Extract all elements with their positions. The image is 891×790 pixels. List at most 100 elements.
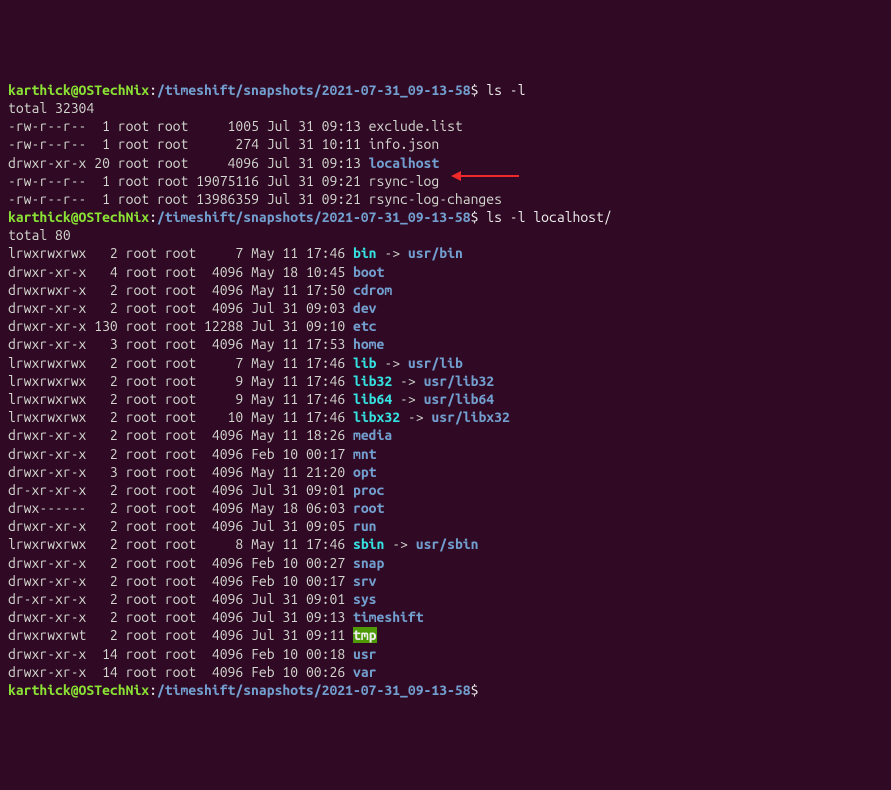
file-entry: drwxr-xr-x 2 root root 4096 Jul 31 09:13… xyxy=(8,609,424,625)
symlink-target: usr/libx32 xyxy=(431,409,509,425)
size: 7 xyxy=(196,355,243,371)
prompt-path: /timeshift/snapshots/2021-07-31_09-13-58 xyxy=(157,682,471,698)
group: root xyxy=(157,245,196,261)
prompt-line-1: karthick@OSTechNix:/timeshift/snapshots/… xyxy=(8,82,525,98)
command-text: ls -l localhost/ xyxy=(478,209,611,225)
permissions: drwxr-xr-x xyxy=(8,446,86,462)
owner: root xyxy=(118,609,157,625)
size: 4096 xyxy=(196,282,243,298)
file-entry: drwxr-xr-x 4 root root 4096 May 18 10:45… xyxy=(8,264,384,280)
permissions: lrwxrwxrwx xyxy=(8,373,86,389)
dir-name: srv xyxy=(353,573,377,589)
symlink-target: usr/lib64 xyxy=(424,391,495,407)
cursor[interactable] xyxy=(478,682,486,698)
link-count: 2 xyxy=(86,518,117,534)
file-name: rsync-log-changes xyxy=(369,191,502,207)
group: root xyxy=(157,464,196,480)
file-entry: lrwxrwxrwx 2 root root 9 May 11 17:46 li… xyxy=(8,391,494,407)
link-count: 2 xyxy=(86,627,117,643)
symlink-target: usr/lib32 xyxy=(424,373,495,389)
group: root xyxy=(157,664,196,680)
group: root xyxy=(157,591,196,607)
dir-name: cdrom xyxy=(353,282,392,298)
file-entry: dr-xr-xr-x 2 root root 4096 Jul 31 09:01… xyxy=(8,591,377,607)
date: Jul 31 09:13 xyxy=(259,118,369,134)
sticky-dir-name: tmp xyxy=(353,627,377,643)
size: 19075116 xyxy=(188,173,259,189)
group: root xyxy=(149,155,188,171)
command-text: ls -l xyxy=(478,82,525,98)
date: May 11 17:50 xyxy=(243,282,353,298)
date: Jul 31 09:21 xyxy=(259,173,369,189)
terminal-output[interactable]: karthick@OSTechNix:/timeshift/snapshots/… xyxy=(8,81,883,699)
file-entry: lrwxrwxrwx 2 root root 10 May 11 17:46 l… xyxy=(8,409,510,425)
date: Feb 10 00:27 xyxy=(243,555,353,571)
owner: root xyxy=(118,318,157,334)
owner: root xyxy=(118,500,157,516)
prompt-user: karthick@OSTechNix xyxy=(8,209,149,225)
link-count: 4 xyxy=(86,264,117,280)
owner: root xyxy=(110,118,149,134)
date: Jul 31 09:10 xyxy=(243,318,353,334)
prompt-path: /timeshift/snapshots/2021-07-31_09-13-58 xyxy=(157,209,471,225)
group: root xyxy=(149,191,188,207)
owner: root xyxy=(118,409,157,425)
size: 4096 xyxy=(196,591,243,607)
link-count: 1 xyxy=(86,173,110,189)
owner: root xyxy=(118,627,157,643)
dir-name: var xyxy=(353,664,377,680)
file-entry: -rw-r--r-- 1 root root 1005 Jul 31 09:13… xyxy=(8,118,463,134)
dir-name: root xyxy=(353,500,384,516)
size: 4096 xyxy=(196,555,243,571)
file-entry: lrwxrwxrwx 2 root root 8 May 11 17:46 sb… xyxy=(8,536,478,552)
size: 4096 xyxy=(196,609,243,625)
owner: root xyxy=(118,646,157,662)
file-entry: drwxr-xr-x 2 root root 4096 Feb 10 00:17… xyxy=(8,446,377,462)
group: root xyxy=(157,518,196,534)
date: Jul 31 09:03 xyxy=(243,300,353,316)
owner: root xyxy=(118,264,157,280)
size: 4096 xyxy=(196,664,243,680)
permissions: drwxr-xr-x xyxy=(8,664,86,680)
size: 4096 xyxy=(196,446,243,462)
owner: root xyxy=(118,591,157,607)
size: 4096 xyxy=(196,646,243,662)
date: Jul 31 09:13 xyxy=(243,609,353,625)
symlink-target: usr/bin xyxy=(408,245,463,261)
symlink-name: lib32 xyxy=(353,373,392,389)
dir-name: media xyxy=(353,427,392,443)
permissions: -rw-r--r-- xyxy=(8,118,86,134)
date: May 11 17:46 xyxy=(243,391,353,407)
size: 7 xyxy=(196,245,243,261)
group: root xyxy=(149,118,188,134)
date: May 11 17:46 xyxy=(243,409,353,425)
size: 1005 xyxy=(188,118,259,134)
file-entry: drwxr-xr-x 3 root root 4096 May 11 21:20… xyxy=(8,464,377,480)
group: root xyxy=(157,627,196,643)
size: 4096 xyxy=(196,427,243,443)
owner: root xyxy=(118,300,157,316)
file-entry: dr-xr-xr-x 2 root root 4096 Jul 31 09:01… xyxy=(8,482,384,498)
total-line: total 32304 xyxy=(8,100,94,116)
owner: root xyxy=(118,336,157,352)
dir-name: dev xyxy=(353,300,377,316)
permissions: drwxr-xr-x xyxy=(8,155,86,171)
file-entry: drwxr-xr-x 14 root root 4096 Feb 10 00:1… xyxy=(8,646,377,662)
group: root xyxy=(157,536,196,552)
dir-name: mnt xyxy=(353,446,377,462)
group: root xyxy=(157,300,196,316)
permissions: drwxr-xr-x xyxy=(8,646,86,662)
file-entry: drwxr-xr-x 2 root root 4096 Jul 31 09:03… xyxy=(8,300,377,316)
group: root xyxy=(157,555,196,571)
file-entry: lrwxrwxrwx 2 root root 9 May 11 17:46 li… xyxy=(8,373,494,389)
size: 4096 xyxy=(196,573,243,589)
dir-name: sys xyxy=(353,591,377,607)
dir-name: boot xyxy=(353,264,384,280)
permissions: drwxr-xr-x xyxy=(8,609,86,625)
date: Jul 31 09:05 xyxy=(243,518,353,534)
dir-name: timeshift xyxy=(353,609,424,625)
owner: root xyxy=(118,245,157,261)
link-count: 3 xyxy=(86,336,117,352)
date: May 11 17:46 xyxy=(243,245,353,261)
owner: root xyxy=(118,573,157,589)
